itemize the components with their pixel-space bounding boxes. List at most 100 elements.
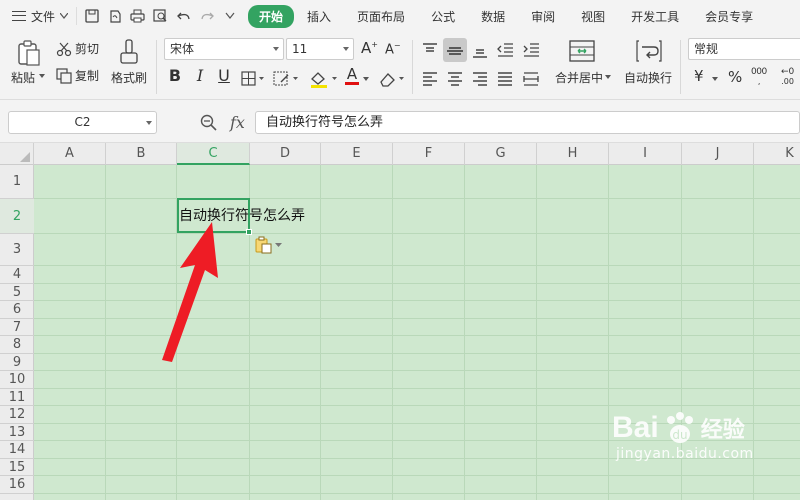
increase-decimal-button[interactable]: ←0.00 — [781, 67, 795, 87]
row-header-selected[interactable]: 2 — [0, 199, 34, 234]
grow-font-button[interactable]: A+ — [361, 39, 378, 57]
column-header[interactable]: F — [393, 143, 465, 165]
justify-icon[interactable] — [496, 70, 514, 88]
fill-color-icon[interactable] — [309, 69, 339, 89]
format-painter-label[interactable]: 格式刷 — [111, 69, 147, 86]
paste-label[interactable]: 粘贴 — [11, 69, 35, 86]
format-painter-button[interactable] — [117, 38, 141, 66]
font-color-button[interactable]: A — [345, 67, 359, 85]
column-header[interactable]: E — [321, 143, 393, 165]
decrease-indent-icon[interactable] — [496, 41, 514, 59]
thousands-separator-button[interactable]: 000, — [751, 67, 767, 87]
row-header[interactable]: 12 — [0, 406, 34, 424]
save-icon[interactable] — [83, 8, 100, 25]
tab-view[interactable]: 视图 — [568, 0, 618, 32]
eraser-icon[interactable] — [378, 70, 406, 88]
column-header[interactable]: G — [465, 143, 537, 165]
currency-button[interactable]: ¥ — [694, 67, 704, 85]
chevron-down-icon[interactable] — [38, 72, 46, 80]
chevron-down-icon[interactable] — [362, 76, 370, 82]
tab-page-layout[interactable]: 页面布局 — [344, 0, 418, 32]
column-header-selected[interactable]: C — [177, 143, 250, 165]
chevron-down-icon[interactable] — [604, 74, 612, 80]
tab-developer[interactable]: 开发工具 — [618, 0, 692, 32]
column-header[interactable]: B — [106, 143, 177, 165]
chevron-down-icon[interactable] — [711, 76, 719, 82]
column-header[interactable]: A — [34, 143, 106, 165]
copy-button[interactable]: 复制 — [56, 67, 99, 84]
tab-review[interactable]: 审阅 — [518, 0, 568, 32]
row-header[interactable]: 13 — [0, 424, 34, 441]
percent-button[interactable]: % — [728, 68, 742, 86]
file-menu[interactable]: 文件 — [0, 0, 76, 32]
number-format-select[interactable]: 常规 — [688, 38, 800, 60]
borders-icon[interactable] — [241, 71, 265, 87]
customize-toolbar-icon[interactable] — [221, 8, 238, 25]
bold-button[interactable]: B — [167, 66, 183, 85]
align-right-icon[interactable] — [471, 70, 489, 88]
wrap-text-label[interactable]: 自动换行 — [624, 69, 672, 86]
formula-input[interactable]: 自动换行符号怎么弄 — [255, 111, 800, 134]
underline-button[interactable]: U — [216, 66, 232, 85]
print-preview-icon[interactable] — [152, 8, 169, 25]
align-middle-button[interactable] — [443, 38, 467, 62]
align-left-icon[interactable] — [421, 70, 439, 88]
row-header[interactable]: 15 — [0, 459, 34, 476]
row-header[interactable]: 10 — [0, 371, 34, 389]
increase-indent-icon[interactable] — [522, 41, 540, 59]
row-header[interactable]: 1 — [0, 165, 34, 199]
merge-center-label[interactable]: 合并居中 — [555, 69, 603, 86]
undo-icon[interactable] — [175, 8, 192, 25]
tab-data[interactable]: 数据 — [468, 0, 518, 32]
paste-button[interactable] — [14, 38, 44, 68]
wrap-text-button[interactable] — [636, 40, 662, 62]
row-header[interactable]: 5 — [0, 284, 34, 301]
row-header[interactable]: 3 — [0, 234, 34, 266]
column-header[interactable]: I — [609, 143, 682, 165]
export-pdf-icon[interactable] — [106, 8, 123, 25]
ribbon-home: 粘贴 剪切 复制 格式刷 宋体 11 A+ A− B I U A 合并居中 自动… — [0, 32, 800, 100]
row-header[interactable]: 8 — [0, 336, 34, 354]
align-bottom-icon[interactable] — [471, 41, 489, 59]
column-header[interactable]: J — [682, 143, 754, 165]
thousands-icon: 000 — [751, 67, 767, 77]
row-header[interactable]: 6 — [0, 301, 34, 319]
column-header[interactable]: K — [754, 143, 800, 165]
shrink-font-button[interactable]: A− — [385, 41, 401, 57]
tab-home[interactable]: 开始 — [248, 0, 295, 32]
column-header[interactable]: H — [537, 143, 609, 165]
font-name-value: 宋体 — [170, 42, 195, 56]
align-top-icon[interactable] — [421, 41, 439, 59]
column-header[interactable]: D — [250, 143, 321, 165]
scissors-icon — [56, 42, 72, 56]
font-name-select[interactable]: 宋体 — [164, 38, 284, 60]
zoom-search-icon[interactable] — [200, 114, 218, 132]
watermark-brand: Bai — [612, 411, 659, 444]
row-header[interactable]: 9 — [0, 354, 34, 371]
increase-decimal-icon: ←0 — [781, 67, 795, 77]
row-header[interactable]: 4 — [0, 266, 34, 284]
cut-button[interactable]: 剪切 — [56, 40, 99, 57]
tab-formulas[interactable]: 公式 — [418, 0, 468, 32]
print-icon[interactable] — [129, 8, 146, 25]
row-header[interactable]: 16 — [0, 476, 34, 494]
tab-member[interactable]: 会员专享 — [692, 0, 766, 32]
italic-button[interactable]: I — [192, 66, 208, 85]
tab-insert[interactable]: 插入 — [294, 0, 344, 32]
chevron-down-icon — [60, 13, 69, 19]
copy-icon — [56, 67, 72, 84]
fill-pattern-icon[interactable] — [273, 70, 299, 88]
align-center-icon[interactable] — [446, 70, 464, 88]
paste-options-button[interactable] — [255, 236, 282, 254]
name-box[interactable]: C2 — [8, 111, 157, 134]
row-header[interactable]: 11 — [0, 389, 34, 406]
font-size-select[interactable]: 11 — [286, 38, 354, 60]
insert-function-button[interactable]: fx — [230, 113, 245, 132]
merge-center-button[interactable] — [569, 39, 595, 63]
redo-icon[interactable] — [198, 8, 215, 25]
row-header[interactable]: 14 — [0, 441, 34, 459]
select-all-corner[interactable] — [0, 143, 34, 165]
distributed-align-icon[interactable] — [522, 70, 540, 88]
row-header[interactable]: 7 — [0, 319, 34, 336]
fill-handle[interactable] — [246, 229, 252, 235]
